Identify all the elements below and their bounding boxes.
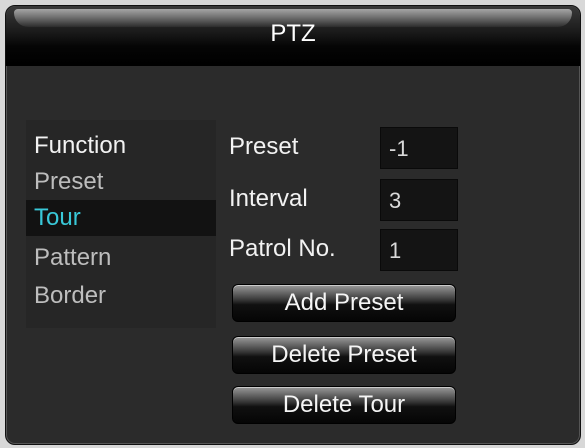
- title-bar[interactable]: PTZ: [6, 6, 580, 66]
- preset-field[interactable]: -1: [380, 127, 458, 169]
- patrol-no-field[interactable]: 1: [380, 229, 458, 271]
- delete-tour-button[interactable]: Delete Tour: [232, 386, 456, 424]
- interval-label: Interval: [229, 185, 308, 212]
- function-menu: Function Preset Tour Pattern Border: [26, 120, 216, 328]
- menu-item-border[interactable]: Border: [26, 278, 216, 314]
- ptz-dialog: PTZ Function Preset Tour Pattern Border …: [5, 5, 581, 445]
- patrol-no-label: Patrol No.: [229, 235, 336, 262]
- dialog-title: PTZ: [270, 20, 316, 47]
- preset-label: Preset: [229, 133, 299, 160]
- menu-item-pattern[interactable]: Pattern: [26, 240, 216, 276]
- menu-item-tour[interactable]: Tour: [26, 200, 216, 236]
- delete-preset-button[interactable]: Delete Preset: [232, 336, 456, 374]
- add-preset-button[interactable]: Add Preset: [232, 284, 456, 322]
- menu-header-function: Function: [34, 132, 127, 159]
- interval-field[interactable]: 3: [380, 179, 458, 221]
- menu-item-preset[interactable]: Preset: [26, 164, 216, 200]
